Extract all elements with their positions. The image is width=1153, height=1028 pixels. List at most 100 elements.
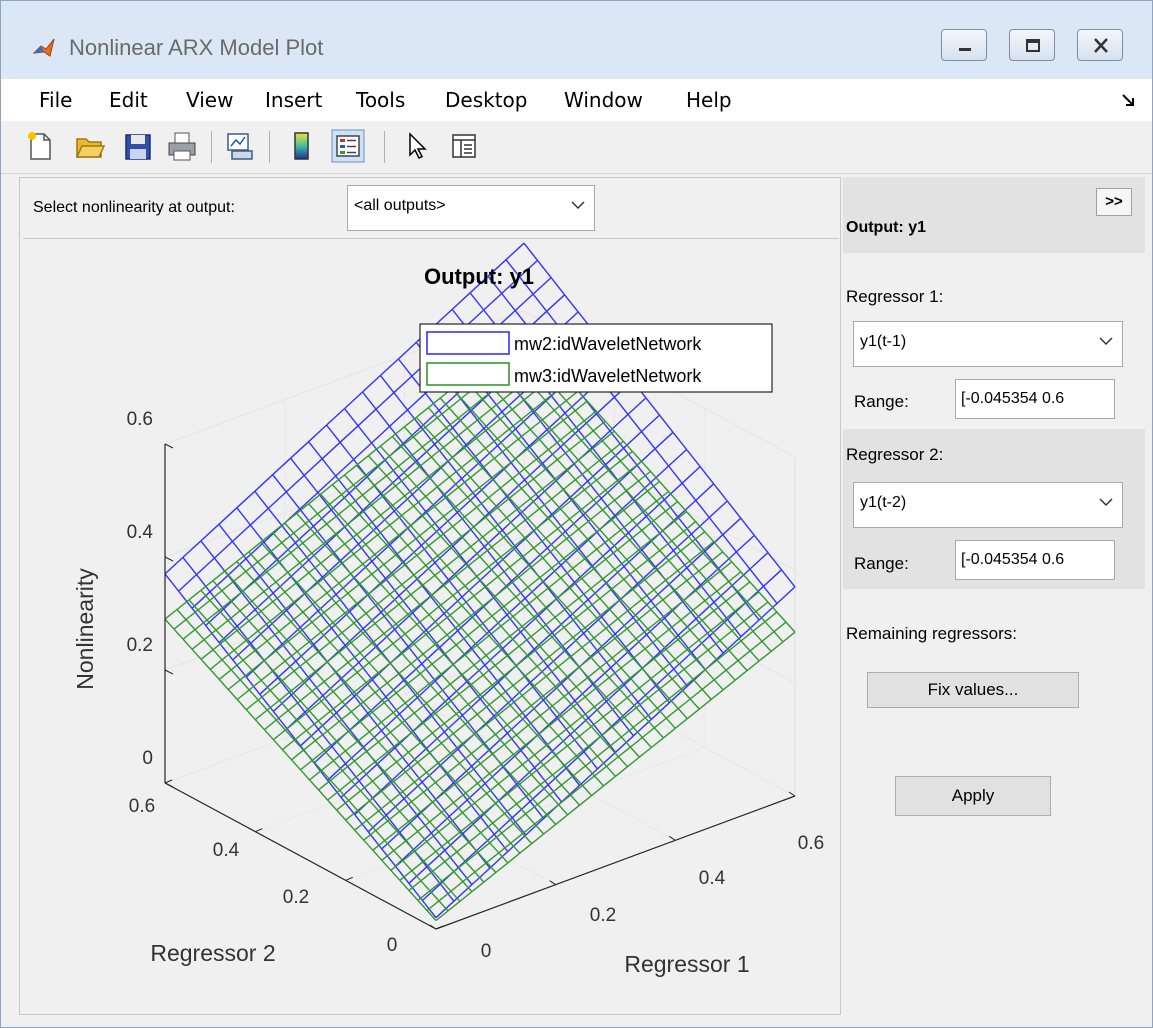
surface-mw3-gridline bbox=[410, 594, 421, 606]
surface-mw3-gridline bbox=[347, 514, 361, 525]
surface-mw3-gridline bbox=[357, 800, 371, 812]
surface-mw3-gridline bbox=[426, 900, 440, 912]
pointer-icon[interactable] bbox=[401, 129, 435, 163]
surface-mw3-gridline bbox=[203, 639, 214, 651]
menu-help[interactable]: Help bbox=[686, 88, 732, 112]
colorbar-icon[interactable] bbox=[285, 129, 319, 163]
regressor2-dropdown[interactable]: y1(t-2) bbox=[853, 482, 1123, 528]
surface-mw3-gridline bbox=[641, 727, 655, 739]
surface-mw3-gridline bbox=[365, 603, 379, 614]
surface-mw3-gridline bbox=[551, 695, 565, 707]
surface-mw3-gridline bbox=[308, 503, 319, 515]
regressor2-range-field[interactable]: [-0.045354 0.6 bbox=[955, 540, 1115, 580]
menu-view[interactable]: View bbox=[186, 88, 233, 112]
surface-mw3-gridline bbox=[389, 722, 403, 733]
surface-mw3-gridline bbox=[446, 565, 457, 577]
menu-tools[interactable]: Tools bbox=[356, 88, 405, 112]
surface-mw3-gridline bbox=[441, 871, 455, 882]
surface-mw2-gridline bbox=[668, 465, 683, 484]
surface-mw3-gridline bbox=[359, 583, 370, 595]
open-file-icon[interactable] bbox=[73, 129, 107, 163]
surface-mw3-gridline bbox=[490, 477, 502, 489]
menu-desktop[interactable]: Desktop bbox=[445, 88, 527, 112]
menu-edit[interactable]: Edit bbox=[109, 88, 148, 112]
surface-mw2-gridline bbox=[520, 631, 535, 650]
surface-mw3-gridline bbox=[425, 624, 439, 635]
surface-mw2-gridline bbox=[520, 614, 540, 633]
surface-mw2-gridline bbox=[583, 632, 598, 651]
surface-mw3-gridline bbox=[614, 697, 628, 708]
link-plot-icon[interactable] bbox=[223, 129, 257, 163]
surface-mw3-gridline bbox=[505, 438, 519, 450]
surface-mw3-gridline bbox=[488, 625, 502, 637]
surface-mw3-gridline bbox=[371, 573, 382, 585]
surface-mw2-gridline bbox=[501, 293, 516, 312]
legend-icon[interactable] bbox=[331, 129, 365, 163]
surface-mw3-gridline bbox=[367, 455, 379, 467]
title-bar[interactable]: Nonlinear ARX Model Plot bbox=[1, 1, 1152, 79]
surface-mw3-gridline bbox=[284, 719, 298, 731]
surface-mw3-gridline bbox=[308, 572, 319, 584]
fix-values-button[interactable]: Fix values... bbox=[867, 672, 1079, 708]
surface-mw3-gridline bbox=[506, 586, 517, 598]
surface-mw3-gridline bbox=[291, 749, 304, 761]
surface-mw3-gridline bbox=[296, 581, 307, 593]
surface-mw3-gridline bbox=[377, 672, 388, 684]
surface-mw3-gridline bbox=[589, 440, 603, 452]
surface-mw3-gridline bbox=[662, 589, 676, 601]
surface-mw3-gridline bbox=[569, 646, 583, 658]
surface-mw2-gridline bbox=[776, 586, 796, 605]
surface-mw3-gridline bbox=[552, 764, 565, 776]
surface-mw3-gridline bbox=[704, 659, 718, 671]
surface-mw3-gridline bbox=[478, 408, 492, 420]
restore-button[interactable] bbox=[1009, 29, 1055, 61]
expand-panel-button[interactable]: >> bbox=[1096, 188, 1132, 216]
regressor1-dropdown[interactable]: y1(t-1) bbox=[853, 321, 1123, 367]
minimize-button[interactable] bbox=[941, 29, 987, 61]
save-icon[interactable] bbox=[121, 129, 155, 163]
surface-mw3-gridline bbox=[467, 556, 481, 567]
close-button[interactable] bbox=[1077, 29, 1123, 61]
surface-mw3-gridline bbox=[428, 604, 442, 616]
surface-mw3-gridline bbox=[356, 455, 369, 466]
surface-plot[interactable]: Output: y1 0.6 0.4 0.2 0 Nonlinearity 0.… bbox=[23, 239, 839, 1014]
menu-insert[interactable]: Insert bbox=[265, 88, 322, 112]
surface-mw2-gridline bbox=[469, 292, 485, 311]
property-editor-icon[interactable] bbox=[447, 129, 481, 163]
new-figure-icon[interactable] bbox=[23, 129, 57, 163]
dock-arrow-icon[interactable] bbox=[1121, 93, 1135, 107]
surface-mw3-gridline bbox=[567, 804, 581, 816]
surface-mw3-gridline bbox=[515, 655, 529, 667]
surface-mw3-gridline bbox=[404, 554, 418, 566]
surface-mw3-gridline bbox=[425, 495, 436, 507]
output-selector-dropdown[interactable]: <all outputs> bbox=[347, 185, 595, 231]
apply-button[interactable]: Apply bbox=[895, 776, 1051, 816]
surface-mw2-gridline bbox=[536, 259, 552, 279]
surface-mw3-gridline bbox=[362, 484, 375, 496]
surface-mw3-gridline bbox=[584, 558, 595, 570]
regressor1-range-field[interactable]: [-0.045354 0.6 bbox=[955, 379, 1115, 419]
surface-mw3-gridline bbox=[314, 661, 328, 673]
print-icon[interactable] bbox=[165, 129, 199, 163]
surface-mw3-gridline bbox=[704, 531, 715, 543]
matlab-logo-icon bbox=[33, 38, 55, 57]
surface-mw2-gridline bbox=[397, 341, 417, 360]
surface-mw3-gridline bbox=[662, 727, 676, 739]
surface-mw3-gridline bbox=[407, 742, 421, 753]
surface-mw3-gridline bbox=[503, 527, 517, 538]
surface-mw3-gridline bbox=[761, 631, 775, 642]
menu-file[interactable]: File bbox=[39, 88, 72, 112]
surface-mw2-gridline bbox=[686, 449, 701, 468]
surface-mw2-gridline bbox=[426, 731, 445, 749]
menu-window[interactable]: Window bbox=[564, 88, 643, 112]
legend[interactable]: mw2:idWaveletNetwork mw3:idWaveletNetwor… bbox=[419, 323, 773, 393]
surface-mw3-gridline bbox=[680, 550, 691, 562]
surface-mw3-gridline bbox=[405, 830, 419, 842]
surface-mw3-gridline bbox=[299, 700, 310, 712]
surface-mw3-gridline bbox=[415, 407, 429, 418]
surface-mw3-gridline bbox=[761, 640, 772, 652]
surface-mw3-gridline bbox=[527, 715, 541, 726]
surface-mw3-gridline bbox=[566, 745, 577, 757]
surface-mw3-gridline bbox=[443, 644, 457, 656]
plot-area[interactable]: Output: y1 0.6 0.4 0.2 0 Nonlinearity 0.… bbox=[23, 238, 839, 1014]
